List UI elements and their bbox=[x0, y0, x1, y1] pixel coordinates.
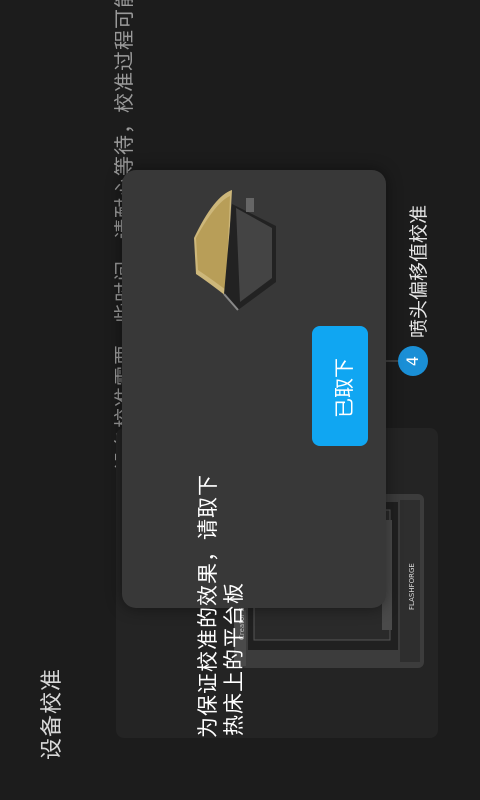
remove-plate-dialog: 为保证校准的效果，请取下 热床上的平台板 已取下 bbox=[122, 170, 386, 738]
step-number-badge: 4 bbox=[398, 346, 428, 376]
plate-removed-button[interactable]: 已取下 bbox=[312, 326, 368, 446]
build-plate-removal-illustration bbox=[194, 190, 276, 311]
dialog-message-line2: 热床上的平台板 bbox=[222, 582, 246, 736]
step-label: 喷头偏移值校准 bbox=[408, 204, 430, 338]
printer-logo-label: FLASHFORGE bbox=[408, 563, 416, 610]
plate-removed-button-label: 已取下 bbox=[332, 358, 356, 418]
page-title: 设备校准 bbox=[40, 667, 65, 760]
